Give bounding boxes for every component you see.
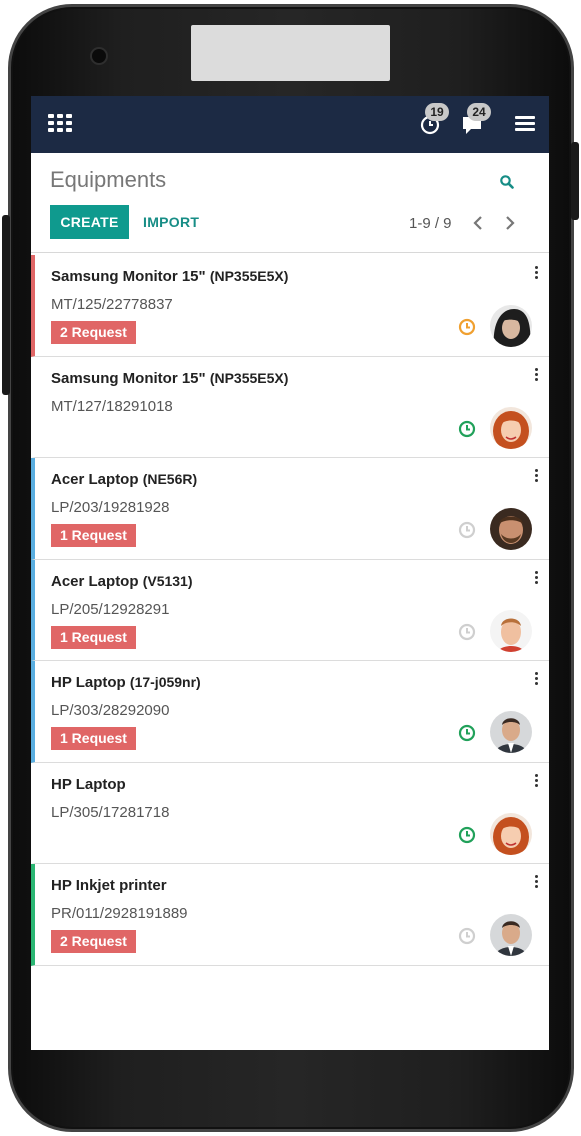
equipment-kanban-list: Samsung Monitor 15" (NP355E5X) MT/125/227… — [31, 255, 549, 966]
card-options-kebab-icon[interactable] — [535, 672, 539, 686]
card-options-kebab-icon[interactable] — [535, 266, 539, 280]
activity-status-clock-icon[interactable] — [458, 724, 476, 742]
assigned-user-avatar[interactable] — [490, 609, 532, 652]
card-options-kebab-icon[interactable] — [535, 875, 539, 889]
import-button[interactable]: IMPORT — [143, 205, 199, 239]
control-panel: Equipments CREATE IMPORT 1-9 / 9 — [31, 153, 549, 253]
equipment-card[interactable]: Samsung Monitor 15" (NP355E5X) MT/125/227… — [31, 255, 549, 357]
pager-value[interactable]: 1-9 / 9 — [409, 215, 452, 232]
page-title: Equipments — [50, 167, 167, 192]
equipment-card[interactable]: Acer Laptop (NE56R) LP/203/19281928 1 Requ… — [31, 458, 549, 560]
serial-number: MT/127/18291018 — [51, 397, 173, 415]
serial-number: PR/011/2928191889 — [51, 905, 188, 922]
card-options-kebab-icon[interactable] — [535, 469, 539, 483]
pager-previous-icon[interactable] — [471, 215, 485, 231]
equipment-card[interactable]: HP Laptop (17-j059nr) LP/303/28292090 1 Re… — [31, 661, 549, 763]
equipment-name: Acer Laptop (V5131) — [51, 572, 193, 590]
request-count-badge: 2 Request — [51, 930, 136, 953]
activity-status-clock-icon[interactable] — [458, 318, 476, 336]
front-camera — [92, 49, 106, 63]
assigned-user-avatar[interactable] — [490, 914, 532, 956]
equipment-name: HP Laptop — [51, 775, 126, 793]
hamburger-menu-icon[interactable] — [515, 116, 535, 132]
request-count-badge: 1 Request — [51, 625, 136, 649]
equipment-card[interactable]: HP Laptop LP/305/17281718 — [31, 762, 549, 864]
apps-grid-icon[interactable] — [48, 114, 74, 134]
equipment-name: HP Inkjet printer — [51, 877, 167, 894]
activity-status-clock-icon[interactable] — [458, 623, 476, 641]
card-options-kebab-icon[interactable] — [535, 773, 539, 788]
equipment-name: Acer Laptop (NE56R) — [51, 471, 198, 488]
assigned-user-avatar[interactable] — [490, 711, 532, 753]
assigned-user-avatar[interactable] — [490, 406, 532, 449]
equipment-model: (NP355E5X) — [209, 268, 289, 284]
equipment-model: (NP355E5X) — [209, 369, 289, 386]
equipment-model: (V5131) — [142, 572, 193, 589]
serial-number: LP/305/17281718 — [51, 803, 170, 821]
equipment-card[interactable]: Samsung Monitor 15" (NP355E5X) MT/127/182… — [31, 356, 549, 458]
equipment-name: Samsung Monitor 15" (NP355E5X) — [51, 268, 289, 285]
equipment-card[interactable]: HP Inkjet printer PR/011/2928191889 2 Requ… — [31, 864, 549, 966]
serial-number: LP/303/28292090 — [51, 702, 170, 719]
serial-number: LP/205/12928291 — [51, 600, 170, 618]
app-screen: 19 24 Equipments CREATE IMPORT 1-9 / 9 S… — [31, 96, 549, 1050]
activity-status-clock-icon[interactable] — [458, 420, 476, 438]
volume-button — [2, 215, 10, 395]
activity-clock-icon[interactable]: 19 — [419, 103, 449, 136]
equipment-card[interactable]: Acer Laptop (V5131) LP/205/12928291 1 Requ… — [31, 559, 549, 661]
serial-number: MT/125/22778837 — [51, 296, 173, 313]
request-count-badge: 1 Request — [51, 524, 136, 547]
request-count-badge: 2 Request — [51, 321, 136, 344]
activity-count-badge: 19 — [425, 103, 449, 121]
equipment-name: HP Laptop (17-j059nr) — [51, 674, 201, 691]
equipment-model: (NE56R) — [142, 471, 198, 487]
activity-status-clock-icon[interactable] — [458, 521, 476, 539]
create-button[interactable]: CREATE — [50, 205, 129, 239]
activity-status-clock-icon[interactable] — [458, 826, 476, 844]
assigned-user-avatar[interactable] — [490, 812, 532, 855]
equipment-name: Samsung Monitor 15" (NP355E5X) — [51, 369, 289, 387]
top-navbar: 19 24 — [31, 96, 549, 153]
equipment-model: (17-j059nr) — [129, 674, 201, 690]
search-icon[interactable] — [499, 174, 515, 190]
messages-chat-icon[interactable]: 24 — [461, 103, 491, 136]
serial-number: LP/203/19281928 — [51, 499, 170, 516]
messages-count-badge: 24 — [467, 103, 491, 121]
activity-status-clock-icon[interactable] — [458, 927, 476, 945]
card-options-kebab-icon[interactable] — [535, 367, 539, 382]
speaker-grille — [191, 25, 390, 81]
power-button — [571, 142, 579, 220]
request-count-badge: 1 Request — [51, 727, 136, 750]
pager-next-icon[interactable] — [503, 215, 517, 231]
card-options-kebab-icon[interactable] — [535, 570, 539, 585]
assigned-user-avatar[interactable] — [490, 508, 532, 550]
assigned-user-avatar[interactable] — [490, 305, 532, 347]
